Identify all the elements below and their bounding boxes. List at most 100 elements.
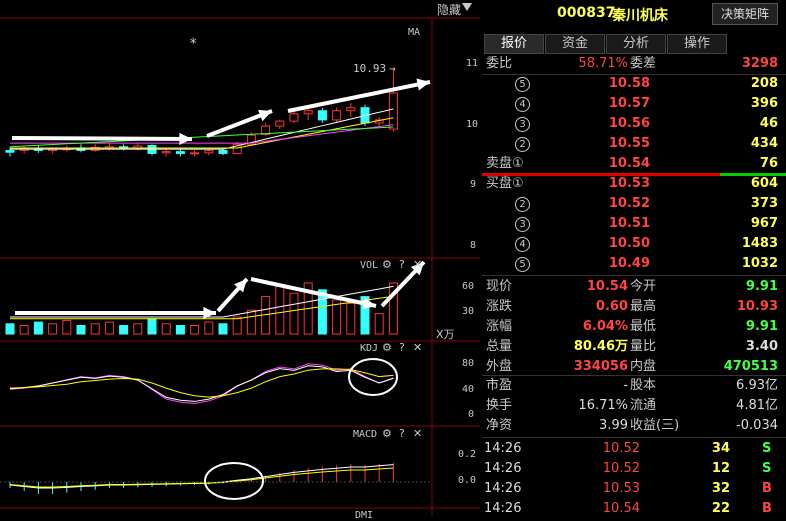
- vol-tick-60: 60: [462, 281, 475, 292]
- quote-value-left: 0.60: [595, 299, 628, 314]
- quote-label-right: 最高: [630, 299, 657, 314]
- sell-price: 10.58: [608, 76, 650, 91]
- kdj-tick-40: 40: [462, 384, 475, 395]
- sell-level-icon: 5: [515, 77, 530, 92]
- volume-bar: [19, 325, 29, 335]
- quote-value-right: 9.91: [745, 279, 778, 294]
- chart-canvas[interactable]: [0, 0, 480, 516]
- macd-close-icon[interactable]: ✕: [413, 427, 422, 440]
- fund-label-left: 市盈: [486, 378, 513, 393]
- fund-label-left: 换手: [486, 398, 513, 413]
- kdj-help-icon[interactable]: ?: [399, 341, 405, 354]
- fund-label-right: 股本: [630, 378, 657, 393]
- tab-operation[interactable]: 操作: [667, 34, 727, 54]
- macd-tick-0.2: 0.2: [458, 449, 477, 460]
- high-arrow-icon: →: [389, 62, 396, 75]
- tick-side: B: [762, 481, 772, 496]
- tick-price: 10.52: [602, 441, 640, 456]
- volume-bar: [62, 319, 72, 335]
- annotation-arrow-1: [11, 136, 193, 141]
- buy-row: 3 10.51 967: [482, 214, 786, 234]
- sell-volume: 434: [750, 136, 778, 151]
- buy-price: 10.52: [608, 196, 650, 211]
- volume-bar: [275, 285, 285, 335]
- buy-level-icon: 3: [515, 217, 530, 232]
- tick-time: 14:26: [484, 501, 522, 516]
- candle-body: [275, 120, 285, 127]
- decision-matrix-button[interactable]: 决策矩阵: [712, 3, 778, 25]
- annotation-arrow-3: [287, 80, 431, 113]
- tick-row[interactable]: 14:26 10.52 12 S: [482, 459, 786, 479]
- candle-body: [204, 149, 214, 154]
- volume-bar: [232, 316, 242, 335]
- macd-dif-line: [9, 464, 394, 489]
- hide-button[interactable]: 隐藏: [437, 1, 461, 18]
- tick-time: 14:26: [484, 461, 522, 476]
- kdj-label: KDJ: [360, 343, 379, 354]
- tick-row[interactable]: 14:26 10.54 22 B: [482, 499, 786, 519]
- buy-price: 10.50: [608, 236, 650, 251]
- buy-row: 4 10.50 1483: [482, 234, 786, 254]
- volume-bar: [119, 325, 129, 335]
- fund-label-left: 净资: [486, 418, 513, 433]
- tick-time: 14:26: [484, 481, 522, 496]
- buy-level-label: 买盘①: [486, 176, 524, 191]
- candle-body: [218, 149, 228, 154]
- tick-volume: 32: [711, 481, 730, 496]
- buy-level-icon: 4: [515, 237, 530, 252]
- fund-value-left: 3.99: [599, 418, 628, 433]
- tick-row[interactable]: 14:26 10.52 34 S: [482, 439, 786, 459]
- macd-tick-0.0: 0.0: [458, 475, 477, 486]
- kdj-d-line: [9, 368, 394, 398]
- macd-help-icon[interactable]: ?: [399, 427, 405, 440]
- price-tick-9: 9: [470, 179, 477, 190]
- kdj-settings-gear-icon[interactable]: ⚙: [382, 341, 392, 354]
- tick-row[interactable]: 14:26 10.53 32 B: [482, 479, 786, 499]
- volume-bar: [204, 321, 214, 335]
- tick-volume: 12: [711, 461, 730, 476]
- macd-settings-gear-icon[interactable]: ⚙: [382, 427, 392, 440]
- sell-volume: 208: [750, 76, 778, 91]
- fund-label-right: 流通: [630, 398, 657, 413]
- vol-close-icon[interactable]: ✕: [413, 258, 422, 271]
- buy-volume: 967: [750, 216, 778, 231]
- tab-funds[interactable]: 资金: [545, 34, 605, 54]
- kdj-j-line: [9, 363, 394, 404]
- vol-settings-gear-icon[interactable]: ⚙: [382, 258, 392, 271]
- quote-label-left: 现价: [486, 279, 513, 294]
- candle-body: [332, 110, 342, 121]
- sell-volume: 396: [750, 96, 778, 111]
- kline-chart-area[interactable]: 隐藏 * MA 10.93 → 11 10 9 8 VOL ⚙ ? ✕ 60 3…: [0, 0, 480, 521]
- tab-quote[interactable]: 报价: [484, 34, 544, 54]
- volume-bar: [104, 321, 114, 335]
- vol-help-icon[interactable]: ?: [399, 258, 405, 271]
- volume-bar: [161, 323, 171, 335]
- dropdown-icon[interactable]: [462, 3, 472, 11]
- tick-volume: 34: [711, 441, 730, 456]
- volume-bar: [5, 323, 15, 335]
- quote-label-left: 涨幅: [486, 319, 513, 334]
- ma-label: MA: [408, 27, 421, 38]
- fund-value-right: 4.81亿: [736, 398, 778, 413]
- tick-time: 14:26: [484, 441, 522, 456]
- quote-row: 涨幅 6.04% 最低 9.91: [482, 317, 786, 337]
- sell-row: 5 10.58 208: [482, 74, 786, 94]
- tick-side: S: [762, 461, 772, 476]
- macd-dea-line: [9, 467, 394, 488]
- tab-analysis[interactable]: 分析: [606, 34, 666, 54]
- annotation-arrow-3-head: [416, 78, 430, 91]
- quote-label-left: 涨跌: [486, 299, 513, 314]
- fund-value-right: 6.93亿: [736, 378, 778, 393]
- weicha-label: 委差: [630, 56, 657, 71]
- price-tick-10: 10: [466, 119, 479, 130]
- buy-level-icon: 5: [515, 257, 530, 272]
- volume-bar: [76, 325, 86, 335]
- sell-level-icon: 2: [515, 137, 530, 152]
- buy-level-icon: 2: [515, 197, 530, 212]
- volume-bar: [48, 323, 58, 335]
- volume-bar: [289, 292, 299, 335]
- quote-value-left: 10.54: [586, 279, 628, 294]
- star-marker: *: [189, 36, 198, 52]
- candle-body: [161, 151, 171, 154]
- kdj-close-icon[interactable]: ✕: [413, 341, 422, 354]
